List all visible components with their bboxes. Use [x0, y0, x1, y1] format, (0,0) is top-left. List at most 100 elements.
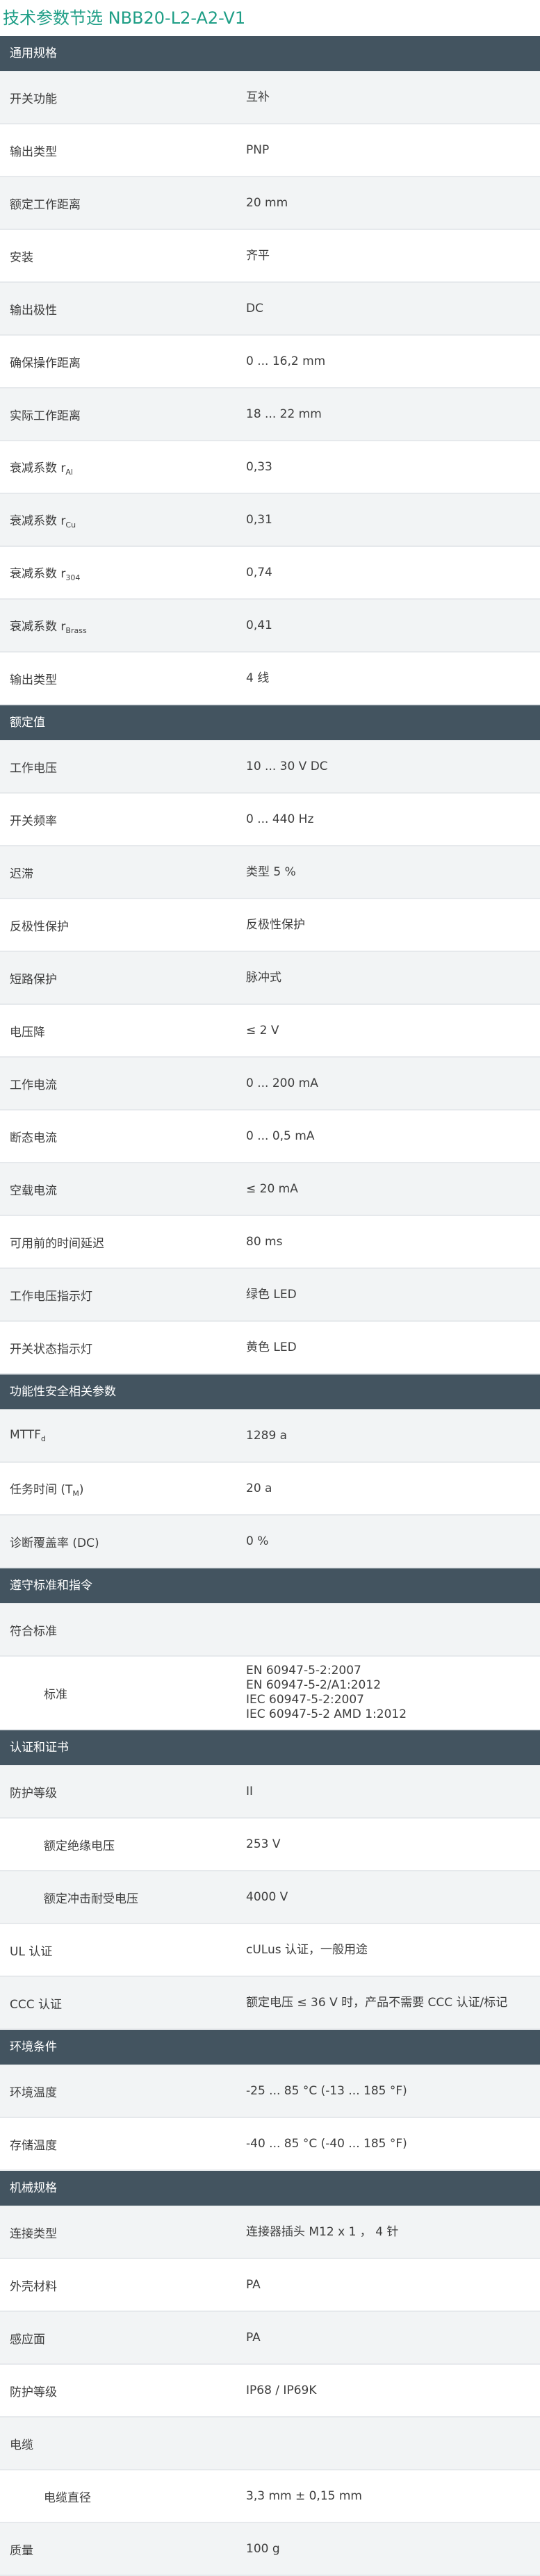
spec-value: 1289 a	[246, 1428, 288, 1443]
spec-row: 确保操作距离 0 ... 16,2 mm	[0, 336, 540, 388]
spec-row: 任务时间 (TM) 20 a	[0, 1463, 540, 1516]
spec-value: 0,31	[246, 512, 272, 527]
spec-label-subscript: 304	[65, 573, 81, 582]
spec-value: 0,41	[246, 618, 272, 632]
spec-label: 确保操作距离	[10, 356, 81, 370]
spec-label: 符合标准	[10, 1624, 57, 1639]
spec-label: 衰减系数 rCu	[10, 514, 76, 530]
spec-value: ≤ 20 mA	[246, 1181, 298, 1196]
spec-label: 任务时间 (TM)	[10, 1482, 84, 1498]
spec-row: 符合标准	[0, 1604, 540, 1657]
spec-row: 电缆直径 3,3 mm ± 0,15 mm	[0, 2470, 540, 2523]
spec-label: 短路保护	[10, 972, 57, 987]
spec-label: 诊断覆盖率 (DC)	[10, 1536, 99, 1550]
spec-label: 电缆直径	[44, 2491, 91, 2505]
spec-row: 防护等级 IP68 / IP69K	[0, 2365, 540, 2418]
spec-row: 输出极性 DC	[0, 283, 540, 336]
spec-row: 电压降 ≤ 2 V	[0, 1005, 540, 1058]
spec-value: 20 mm	[246, 195, 288, 210]
spec-value: 0 %	[246, 1534, 269, 1548]
spec-row: 开关状态指示灯 黄色 LED	[0, 1322, 540, 1375]
spec-value: PA	[246, 2330, 261, 2345]
spec-row: 短路保护 脉冲式	[0, 952, 540, 1005]
spec-row: 工作电流 0 ... 200 mA	[0, 1058, 540, 1110]
section-rows: 防护等级 II 额定绝缘电压 253 V 额定冲击耐受电压 4000 V UL 认证 cULu…	[0, 1766, 540, 2030]
spec-row: MTTFd 1289 a	[0, 1410, 540, 1463]
spec-row: 安装 齐平	[0, 230, 540, 283]
spec-value: 10 ... 30 V DC	[246, 759, 328, 773]
spec-value: 类型 5 %	[246, 864, 296, 879]
spec-label-subscript: Brass	[65, 625, 87, 635]
section-rows: 环境温度 -25 ... 85 °C (-13 ... 185 °F) 存储温度 -4…	[0, 2065, 540, 2171]
section-header: 认证和证书	[0, 1730, 540, 1766]
spec-value: 0,33	[246, 459, 272, 474]
spec-label: 质量	[10, 2543, 33, 2558]
spec-value: 黄色 LED	[246, 1340, 297, 1354]
spec-row: 断态电流 0 ... 0,5 mA	[0, 1110, 540, 1163]
spec-row: 衰减系数 rBrass 0,41	[0, 600, 540, 653]
spec-label: 反极性保护	[10, 919, 69, 934]
spec-label-subscript: d	[40, 1434, 46, 1443]
spec-row: 输出类型 4 线	[0, 653, 540, 705]
spec-row: 连接类型 连接器插头 M12 x 1 ， 4 针	[0, 2206, 540, 2259]
spec-value: IP68 / IP69K	[246, 2383, 317, 2397]
spec-label: 开关状态指示灯	[10, 1342, 92, 1356]
spec-label: 标准	[44, 1687, 67, 1702]
section-header: 遵守标准和指令	[0, 1568, 540, 1604]
page-title: 技术参数节选 NBB20-L2-A2-V1	[3, 8, 246, 28]
spec-value: 0 ... 440 Hz	[246, 812, 314, 826]
spec-label: 安装	[10, 250, 33, 265]
spec-value: 4 线	[246, 671, 270, 685]
spec-label: CCC 认证	[10, 1997, 63, 2012]
spec-value: 绿色 LED	[246, 1287, 297, 1302]
spec-row: UL 认证 cULus 认证，一般用途	[0, 1924, 540, 1977]
spec-value: cULus 认证，一般用途	[246, 1942, 368, 1957]
spec-value: 0,74	[246, 565, 272, 580]
spec-label: 衰减系数 rBrass	[10, 619, 87, 635]
spec-row: 反极性保护 反极性保护	[0, 899, 540, 952]
spec-value: 0 ... 200 mA	[246, 1076, 318, 1090]
spec-row: 空载电流 ≤ 20 mA	[0, 1163, 540, 1216]
spec-value: 18 ... 22 mm	[246, 407, 322, 421]
spec-label: 感应面	[10, 2332, 45, 2347]
spec-label: 连接类型	[10, 2226, 57, 2241]
spec-label: 外壳材料	[10, 2279, 57, 2294]
section-header: 机械规格	[0, 2171, 540, 2206]
spec-value: 反极性保护	[246, 917, 305, 932]
spec-row: 额定绝缘电压 253 V	[0, 1819, 540, 1871]
spec-row: 质量 100 g	[0, 2523, 540, 2576]
spec-label: 额定工作距离	[10, 197, 81, 212]
spec-value: 齐平	[246, 248, 270, 263]
spec-label: 断态电流	[10, 1131, 57, 1145]
spec-label: 输出类型	[10, 673, 57, 687]
spec-label-subscript: M	[72, 1488, 79, 1498]
section-rows: 工作电压 10 ... 30 V DC 开关频率 0 ... 440 Hz 迟滞 类型 5…	[0, 741, 540, 1375]
spec-row: 开关频率 0 ... 440 Hz	[0, 794, 540, 846]
spec-label: 电压降	[10, 1025, 45, 1040]
spec-row: 开关功能 互补	[0, 72, 540, 124]
spec-label: 输出极性	[10, 303, 57, 318]
spec-label: 防护等级	[10, 1786, 57, 1800]
spec-value: 3,3 mm ± 0,15 mm	[246, 2488, 362, 2503]
spec-value: DC	[246, 301, 263, 315]
spec-row: 衰减系数 rCu 0,31	[0, 494, 540, 547]
section-rows: 开关功能 互补 输出类型 PNP 额定工作距离 20 mm 安装 齐平 输出极性 DC 确保操作距离…	[0, 72, 540, 705]
spec-table: 通用规格 开关功能 互补 输出类型 PNP 额定工作距离 20 mm 安装 齐平 输出极性 DC 确保…	[0, 36, 540, 2576]
spec-row: 存储温度 -40 ... 85 °C (-40 ... 185 °F)	[0, 2118, 540, 2171]
spec-row: 可用前的时间延迟 80 ms	[0, 1216, 540, 1269]
spec-value: 连接器插头 M12 x 1 ， 4 针	[246, 2224, 399, 2239]
spec-row: CCC 认证 额定电压 ≤ 36 V 时，产品不需要 CCC 认证/标记	[0, 1977, 540, 2030]
spec-row: 额定工作距离 20 mm	[0, 177, 540, 230]
spec-label: 工作电压	[10, 761, 57, 776]
spec-value: 脉冲式	[246, 970, 281, 985]
spec-label: 电缆	[10, 2438, 33, 2452]
spec-value: 253 V	[246, 1837, 281, 1851]
spec-value: PA	[246, 2277, 261, 2292]
spec-row: 防护等级 II	[0, 1766, 540, 1819]
spec-row: 环境温度 -25 ... 85 °C (-13 ... 185 °F)	[0, 2065, 540, 2118]
spec-value: 额定电压 ≤ 36 V 时，产品不需要 CCC 认证/标记	[246, 1995, 508, 2010]
spec-value: EN 60947-5-2:2007 EN 60947-5-2/A1:2012 I…	[246, 1664, 407, 1721]
spec-value: 4000 V	[246, 1889, 288, 1904]
spec-row: 工作电压 10 ... 30 V DC	[0, 741, 540, 794]
spec-label: UL 认证	[10, 1944, 53, 1959]
